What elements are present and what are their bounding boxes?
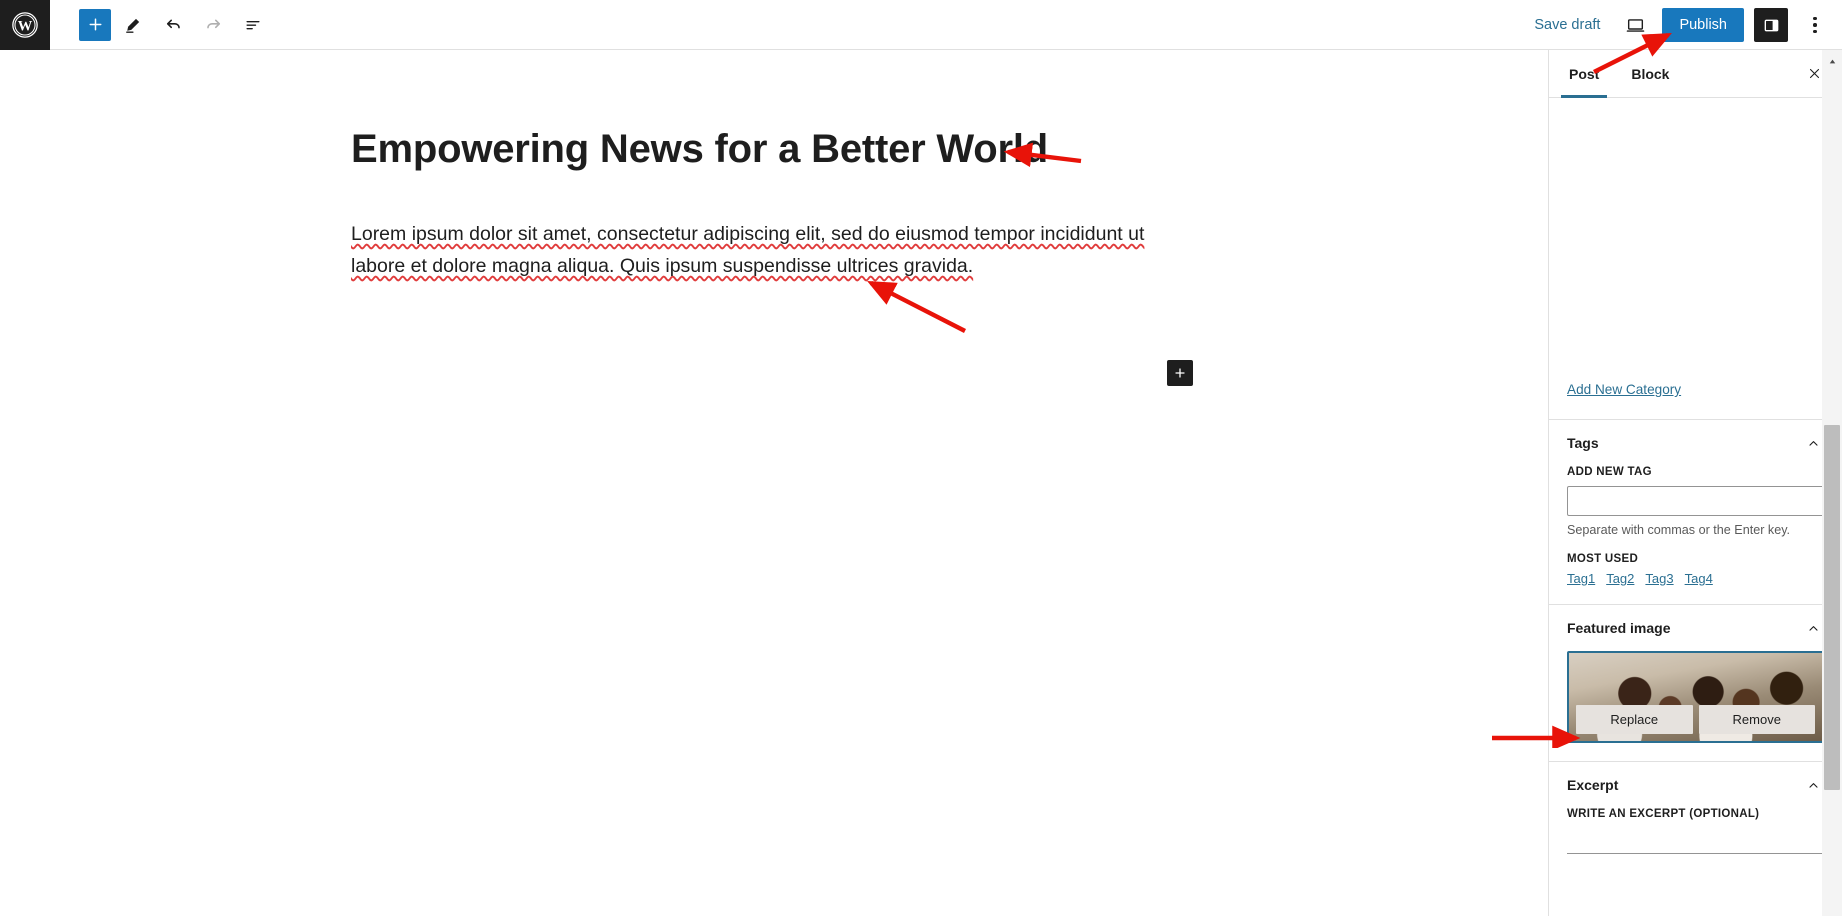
- chevron-up-icon[interactable]: [1802, 774, 1824, 796]
- close-x-icon: [1807, 66, 1822, 81]
- replace-featured-image-button[interactable]: Replace: [1576, 705, 1693, 734]
- add-new-tag-input[interactable]: [1567, 486, 1824, 516]
- chevron-up-icon[interactable]: [1802, 617, 1824, 639]
- post-paragraph-block[interactable]: Lorem ipsum dolor sit amet, consectetur …: [351, 218, 1189, 282]
- most-used-label: MOST USED: [1567, 553, 1824, 565]
- featured-image-panel-header[interactable]: Featured image: [1567, 605, 1824, 651]
- editor-top-toolbar: W: [0, 0, 1842, 50]
- excerpt-field-label: WRITE AN EXCERPT (OPTIONAL): [1567, 808, 1824, 820]
- excerpt-panel-header[interactable]: Excerpt: [1567, 762, 1824, 808]
- block-inserter-button[interactable]: [1167, 360, 1193, 386]
- excerpt-panel: Excerpt WRITE AN EXCERPT (OPTIONAL): [1549, 761, 1842, 854]
- more-options-dot: [1813, 23, 1817, 27]
- more-options-dot: [1813, 30, 1817, 34]
- editor-canvas: Empowering News for a Better World Lorem…: [0, 50, 1548, 916]
- list-view-icon: [243, 15, 263, 35]
- plus-icon: [87, 16, 104, 33]
- chevron-up-icon[interactable]: [1802, 432, 1824, 454]
- top-toolbar-left-group: [50, 7, 271, 43]
- top-toolbar-right-group: Save draft Publish: [1526, 0, 1832, 50]
- desktop-preview-icon: [1625, 15, 1646, 36]
- post-paragraph-text: Lorem ipsum dolor sit amet, consectetur …: [351, 223, 1144, 277]
- preview-button[interactable]: [1618, 8, 1652, 42]
- most-used-tag-link[interactable]: Tag3: [1645, 571, 1673, 586]
- more-options-vertical-dots-icon: [1813, 17, 1817, 21]
- scroll-up-arrow-icon[interactable]: [1822, 52, 1842, 70]
- post-title[interactable]: Empowering News for a Better World: [351, 125, 1191, 173]
- tab-post[interactable]: Post: [1553, 50, 1615, 97]
- excerpt-panel-title: Excerpt: [1567, 777, 1618, 793]
- remove-featured-image-button[interactable]: Remove: [1699, 705, 1816, 734]
- featured-image-actions: Replace Remove: [1569, 705, 1822, 734]
- add-new-category-link[interactable]: Add New Category: [1549, 382, 1842, 397]
- add-block-button[interactable]: [79, 9, 111, 41]
- tags-panel-header[interactable]: Tags: [1567, 420, 1824, 466]
- wordpress-logo-icon[interactable]: W: [0, 0, 50, 50]
- list-view-button[interactable]: [235, 7, 271, 43]
- featured-image-panel: Featured image Replace Remove: [1549, 604, 1842, 743]
- most-used-tag-link[interactable]: Tag4: [1685, 571, 1713, 586]
- featured-image-panel-title: Featured image: [1567, 620, 1670, 636]
- more-options-button[interactable]: [1798, 8, 1832, 42]
- publish-button[interactable]: Publish: [1662, 8, 1744, 42]
- add-new-tag-label: ADD NEW TAG: [1567, 466, 1824, 478]
- most-used-tag-link[interactable]: Tag2: [1606, 571, 1634, 586]
- redo-button[interactable]: [195, 7, 231, 43]
- pencil-edit-icon: [123, 15, 143, 35]
- undo-button[interactable]: [155, 7, 191, 43]
- tags-panel-title: Tags: [1567, 435, 1599, 451]
- most-used-tag-list: Tag1 Tag2 Tag3 Tag4: [1567, 571, 1824, 604]
- excerpt-input[interactable]: [1567, 828, 1824, 854]
- undo-arrow-icon: [163, 14, 184, 35]
- sidebar-tab-bar: Post Block: [1549, 50, 1842, 98]
- redo-arrow-icon: [203, 14, 224, 35]
- wordpress-block-editor: W: [0, 0, 1842, 916]
- categories-panel-body: [1549, 98, 1842, 378]
- settings-sidebar-icon: [1762, 16, 1781, 35]
- tools-pencil-button[interactable]: [115, 7, 151, 43]
- plus-icon: [1173, 366, 1187, 380]
- most-used-tag-link[interactable]: Tag1: [1567, 571, 1595, 586]
- featured-image-preview[interactable]: Replace Remove: [1567, 651, 1824, 743]
- tags-panel: Tags ADD NEW TAG Separate with commas or…: [1549, 419, 1842, 604]
- sidebar-scrollbar[interactable]: [1822, 50, 1842, 916]
- tags-help-text: Separate with commas or the Enter key.: [1567, 523, 1824, 537]
- tab-block[interactable]: Block: [1615, 50, 1685, 97]
- settings-sidebar-toggle-button[interactable]: [1754, 8, 1788, 42]
- svg-text:W: W: [18, 18, 33, 34]
- sidebar-scrollbar-thumb[interactable]: [1824, 425, 1840, 790]
- post-settings-sidebar: Post Block Add New Category Tags ADD: [1548, 50, 1842, 916]
- save-draft-button[interactable]: Save draft: [1526, 11, 1608, 39]
